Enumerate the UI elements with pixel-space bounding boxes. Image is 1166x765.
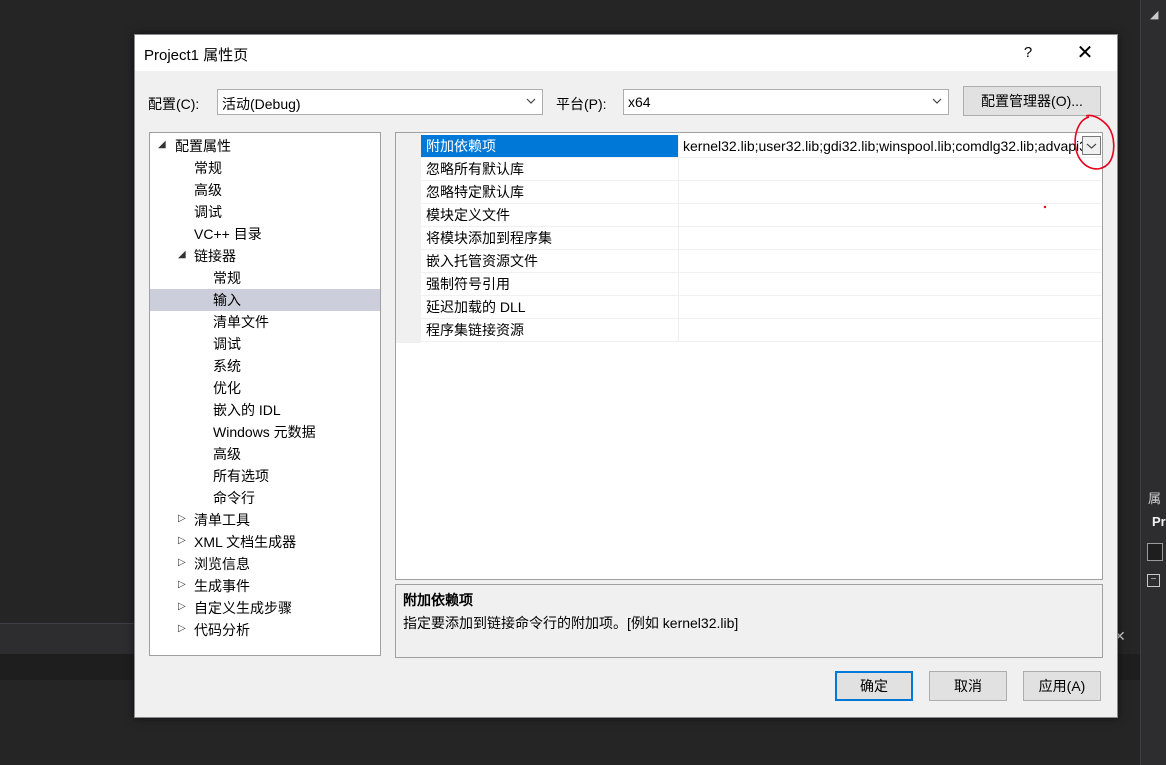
property-value[interactable]: kernel32.lib;user32.lib;gdi32.lib;winspo… bbox=[679, 135, 1083, 157]
tree-item-browse-info[interactable]: 浏览信息 bbox=[150, 553, 380, 575]
tree-item-debugging[interactable]: 调试 bbox=[150, 201, 380, 223]
description-title: 附加依赖项 bbox=[403, 592, 473, 608]
property-row-assembly-link-resource[interactable]: 程序集链接资源 bbox=[421, 319, 1102, 342]
ok-button[interactable]: 确定 bbox=[835, 671, 913, 701]
property-row-embed-managed-resource[interactable]: 嵌入托管资源文件 bbox=[421, 250, 1102, 273]
value-dropdown-button[interactable] bbox=[1082, 136, 1101, 155]
tree-item-manifest-file[interactable]: 清单文件 bbox=[150, 311, 380, 333]
property-name: 嵌入托管资源文件 bbox=[421, 250, 679, 272]
tree-item-embedded-idl[interactable]: 嵌入的 IDL bbox=[150, 399, 380, 421]
tree-item-all-options[interactable]: 所有选项 bbox=[150, 465, 380, 487]
configuration-select[interactable]: 活动(Debug) bbox=[217, 89, 543, 115]
tree-item-command-line[interactable]: 命令行 bbox=[150, 487, 380, 509]
tree-item-custom-build-step[interactable]: 自定义生成步骤 bbox=[150, 597, 380, 619]
platform-label: 平台(P): bbox=[556, 96, 607, 112]
description-panel: 附加依赖项 指定要添加到链接命令行的附加项。[例如 kernel32.lib] bbox=[395, 584, 1103, 658]
tree-item-advanced[interactable]: 高级 bbox=[150, 179, 380, 201]
property-name: 将模块添加到程序集 bbox=[421, 227, 679, 249]
ide-right-strip bbox=[1140, 0, 1166, 765]
property-name: 忽略所有默认库 bbox=[421, 158, 679, 180]
tree-item-general[interactable]: 常规 bbox=[150, 157, 380, 179]
property-name: 附加依赖项 bbox=[421, 135, 679, 157]
property-name: 忽略特定默认库 bbox=[421, 181, 679, 203]
tree-item-linker[interactable]: 链接器 bbox=[150, 245, 380, 267]
property-value[interactable] bbox=[679, 158, 1102, 180]
tree-item-optimization[interactable]: 优化 bbox=[150, 377, 380, 399]
property-tree: ◢ 配置属性 常规 高级 调试 VC++ 目录 ◢ 链接器 常规 输入 清单文件… bbox=[149, 132, 381, 656]
tree-item-linker-input[interactable]: 输入 bbox=[150, 289, 380, 311]
title-bar: Project1 属性页 ? ✕ bbox=[135, 35, 1117, 71]
property-value[interactable] bbox=[679, 181, 1102, 203]
platform-select[interactable]: x64 bbox=[623, 89, 949, 115]
tree-item-manifest-tool[interactable]: 清单工具 bbox=[150, 509, 380, 531]
configuration-value: 活动(Debug) bbox=[222, 96, 301, 112]
tree-item-code-analysis[interactable]: 代码分析 bbox=[150, 619, 380, 641]
apply-button[interactable]: 应用(A) bbox=[1023, 671, 1101, 701]
property-value[interactable] bbox=[679, 273, 1102, 295]
property-name: 强制符号引用 bbox=[421, 273, 679, 295]
tree-item-build-events[interactable]: 生成事件 bbox=[150, 575, 380, 597]
ide-output-strip bbox=[0, 654, 134, 680]
chevron-down-icon bbox=[526, 98, 536, 104]
collapse-box-icon[interactable]: − bbox=[1147, 574, 1160, 587]
property-value[interactable] bbox=[679, 319, 1102, 341]
property-row-force-symbol-references[interactable]: 强制符号引用 bbox=[421, 273, 1102, 296]
property-name: 模块定义文件 bbox=[421, 204, 679, 226]
ide-properties-title: 属 bbox=[1148, 492, 1162, 507]
tree-item-linker-debugging[interactable]: 调试 bbox=[150, 333, 380, 355]
dialog-title: Project1 属性页 bbox=[144, 47, 249, 64]
tree-item-vc-directories[interactable]: VC++ 目录 bbox=[150, 223, 380, 245]
property-grid: 附加依赖项 kernel32.lib;user32.lib;gdi32.lib;… bbox=[395, 132, 1103, 580]
property-value[interactable] bbox=[679, 296, 1102, 318]
configuration-label: 配置(C): bbox=[148, 96, 200, 112]
property-row-module-definition-file[interactable]: 模块定义文件 bbox=[421, 204, 1102, 227]
chevron-down-icon bbox=[1086, 143, 1097, 149]
platform-value: x64 bbox=[628, 94, 651, 110]
tree-item-system[interactable]: 系统 bbox=[150, 355, 380, 377]
tree-item-xml-doc-generator[interactable]: XML 文档生成器 bbox=[150, 531, 380, 553]
categorized-icon[interactable] bbox=[1147, 543, 1163, 561]
ide-collapse-icon: ◢ bbox=[1150, 9, 1159, 21]
property-value[interactable] bbox=[679, 204, 1102, 226]
ide-output-strip-right bbox=[1116, 654, 1140, 680]
cancel-button[interactable]: 取消 bbox=[929, 671, 1007, 701]
close-button[interactable]: ✕ bbox=[1069, 39, 1101, 67]
property-name: 延迟加载的 DLL bbox=[421, 296, 679, 318]
property-row-add-module-to-assembly[interactable]: 将模块添加到程序集 bbox=[421, 227, 1102, 250]
property-row-delay-loaded-dlls[interactable]: 延迟加载的 DLL bbox=[421, 296, 1102, 319]
grid-gutter bbox=[396, 133, 421, 343]
chevron-down-icon bbox=[932, 98, 942, 104]
property-row-additional-dependencies[interactable]: 附加依赖项 kernel32.lib;user32.lib;gdi32.lib;… bbox=[421, 135, 1102, 158]
property-pages-dialog: Project1 属性页 ? ✕ 配置(C): 活动(Debug) 平台(P):… bbox=[134, 34, 1118, 718]
tree-item-windows-metadata[interactable]: Windows 元数据 bbox=[150, 421, 380, 443]
help-button[interactable]: ? bbox=[1013, 39, 1043, 67]
tree-item-linker-advanced[interactable]: 高级 bbox=[150, 443, 380, 465]
property-name: 程序集链接资源 bbox=[421, 319, 679, 341]
tree-item-config-properties[interactable]: 配置属性 bbox=[150, 135, 380, 157]
tree-item-linker-general[interactable]: 常规 bbox=[150, 267, 380, 289]
property-row-ignore-all-default-libs[interactable]: 忽略所有默认库 bbox=[421, 158, 1102, 181]
property-value[interactable] bbox=[679, 227, 1102, 249]
ide-output-bar bbox=[0, 623, 134, 654]
description-text: 指定要添加到链接命令行的附加项。[例如 kernel32.lib] bbox=[403, 615, 739, 631]
property-value[interactable] bbox=[679, 250, 1102, 272]
ide-properties-project: Pr bbox=[1152, 514, 1166, 529]
property-row-ignore-specific-default-libs[interactable]: 忽略特定默认库 bbox=[421, 181, 1102, 204]
configuration-manager-button[interactable]: 配置管理器(O)... bbox=[963, 86, 1101, 116]
